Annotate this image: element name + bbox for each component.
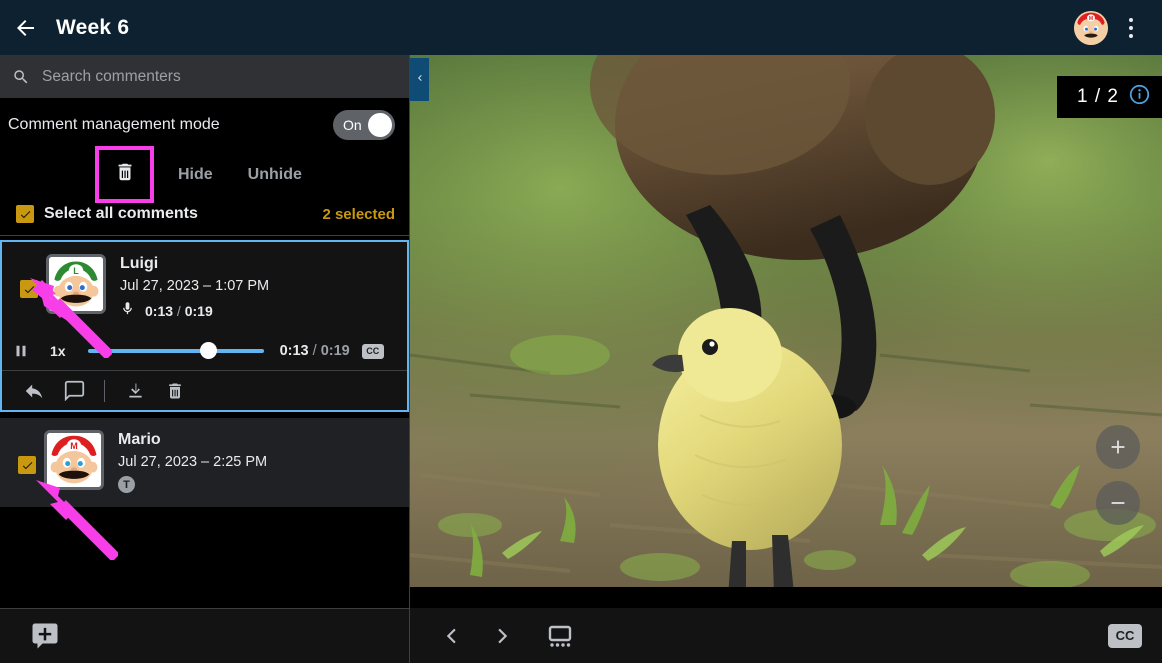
back-button[interactable] xyxy=(0,0,52,55)
search-input[interactable] xyxy=(42,67,372,86)
app-header: Week 6 M xyxy=(0,0,1162,55)
unhide-button[interactable]: Unhide xyxy=(248,166,302,184)
playback-speed-button[interactable]: 1x xyxy=(50,343,66,359)
comment-date: Jul 27, 2023 – 2:25 PM xyxy=(118,454,268,470)
comment-meta: Luigi Jul 27, 2023 – 1:07 PM 0:13 / 0:19 xyxy=(120,254,269,322)
comment-checkbox-cell xyxy=(10,430,44,474)
captions-toggle-small[interactable]: CC xyxy=(361,343,384,359)
download-icon[interactable] xyxy=(115,371,155,411)
panel-bottom-bar xyxy=(0,608,409,663)
gosling-and-goose-photo xyxy=(410,55,1162,587)
search-icon xyxy=(12,68,30,86)
comment-management-section: Comment management mode On Hide Unhide S… xyxy=(0,98,409,236)
comment-type-row: T xyxy=(118,476,267,493)
arrow-left-icon xyxy=(14,16,38,40)
management-mode-row: Comment management mode On xyxy=(0,98,409,148)
comments-panel: Comment management mode On Hide Unhide xyxy=(0,55,410,663)
comment-checkbox[interactable] xyxy=(18,456,36,474)
comment-card-mario[interactable]: M Mario Jul 27, 2023 – 2:25 PM T xyxy=(0,418,409,507)
comment-type-row: 0:13 / 0:19 xyxy=(120,300,269,322)
commenter-avatar-luigi: L xyxy=(46,254,106,314)
comment-card-luigi[interactable]: L Luigi Jul 27, 2023 – 1:07 PM 0:13 / 0:… xyxy=(0,240,409,412)
player-time: 0:13 / 0:19 xyxy=(279,343,350,359)
filmstrip-view-icon[interactable] xyxy=(538,614,582,658)
page-title: Week 6 xyxy=(56,15,130,39)
audio-player: 1x 0:13 / 0:19 CC xyxy=(2,332,407,370)
comment-meta: Mario Jul 27, 2023 – 2:25 PM T xyxy=(118,430,267,493)
comment-checkbox[interactable] xyxy=(20,280,38,298)
trash-icon[interactable] xyxy=(155,371,195,411)
comment-header: L Luigi Jul 27, 2023 – 1:07 PM 0:13 / 0:… xyxy=(2,242,407,332)
delete-button[interactable] xyxy=(102,152,147,197)
comment-actions-toolbar xyxy=(2,370,407,410)
svg-text:M: M xyxy=(70,441,78,451)
select-all-checkbox[interactable] xyxy=(16,205,34,223)
management-mode-label: Comment management mode xyxy=(8,116,220,133)
captions-toggle-button[interactable]: CC xyxy=(1108,623,1142,648)
comment-bubble-icon[interactable] xyxy=(54,371,94,411)
pause-icon[interactable] xyxy=(12,342,30,360)
hide-button[interactable]: Hide xyxy=(178,166,213,184)
header-right-group: M xyxy=(1074,9,1162,47)
comment-duration: 0:13 / 0:19 xyxy=(145,303,213,319)
svg-text:M: M xyxy=(1089,16,1093,22)
avatar[interactable]: M xyxy=(1074,10,1108,45)
info-icon[interactable] xyxy=(1129,84,1150,110)
app-root: Week 6 M Search commenters Comment manag… xyxy=(0,0,1162,663)
management-mode-toggle[interactable]: On xyxy=(333,110,395,140)
delete-action-wrapper xyxy=(95,146,154,203)
commenter-avatar-mario: M xyxy=(44,430,104,490)
kebab-menu-icon[interactable] xyxy=(1114,9,1148,47)
svg-text:L: L xyxy=(73,266,79,276)
page-indicator-badge: 1 / 2 xyxy=(1057,76,1162,118)
chevron-left-icon[interactable] xyxy=(430,614,474,658)
zoom-in-icon[interactable] xyxy=(1096,425,1140,469)
page-indicator: 1 / 2 xyxy=(1077,86,1119,107)
comment-date: Jul 27, 2023 – 1:07 PM xyxy=(120,278,270,294)
microphone-icon xyxy=(120,300,135,322)
collapse-panel-button[interactable] xyxy=(410,58,429,101)
bulk-actions-row: Hide Unhide xyxy=(0,146,409,203)
trash-icon xyxy=(114,161,136,188)
progress-slider-thumb[interactable] xyxy=(199,342,217,359)
toggle-knob xyxy=(368,113,392,137)
reply-arrow-icon[interactable] xyxy=(14,371,54,411)
comment-checkbox-cell xyxy=(12,254,46,298)
commenter-name: Mario xyxy=(118,431,161,448)
zoom-controls xyxy=(1096,425,1140,525)
add-comment-icon[interactable] xyxy=(30,621,60,651)
select-all-row: Select all comments 2 selected xyxy=(0,203,409,235)
zoom-out-icon[interactable] xyxy=(1096,481,1140,525)
toolbar-divider xyxy=(104,379,105,402)
chevron-left-icon xyxy=(414,71,426,89)
viewer-bottom-bar: CC xyxy=(410,608,1162,663)
toggle-state-label: On xyxy=(343,117,362,133)
select-all-label: Select all comments xyxy=(44,205,198,222)
chevron-right-icon[interactable] xyxy=(480,614,524,658)
text-comment-icon: T xyxy=(118,476,135,493)
media-viewer: 1 / 2 CC xyxy=(410,55,1162,663)
selected-count-label: 2 selected xyxy=(322,205,395,223)
comment-header: M Mario Jul 27, 2023 – 2:25 PM T xyxy=(0,418,409,507)
commenter-name: Luigi xyxy=(120,255,159,272)
search-bar[interactable] xyxy=(0,55,409,98)
progress-slider[interactable] xyxy=(87,342,264,359)
